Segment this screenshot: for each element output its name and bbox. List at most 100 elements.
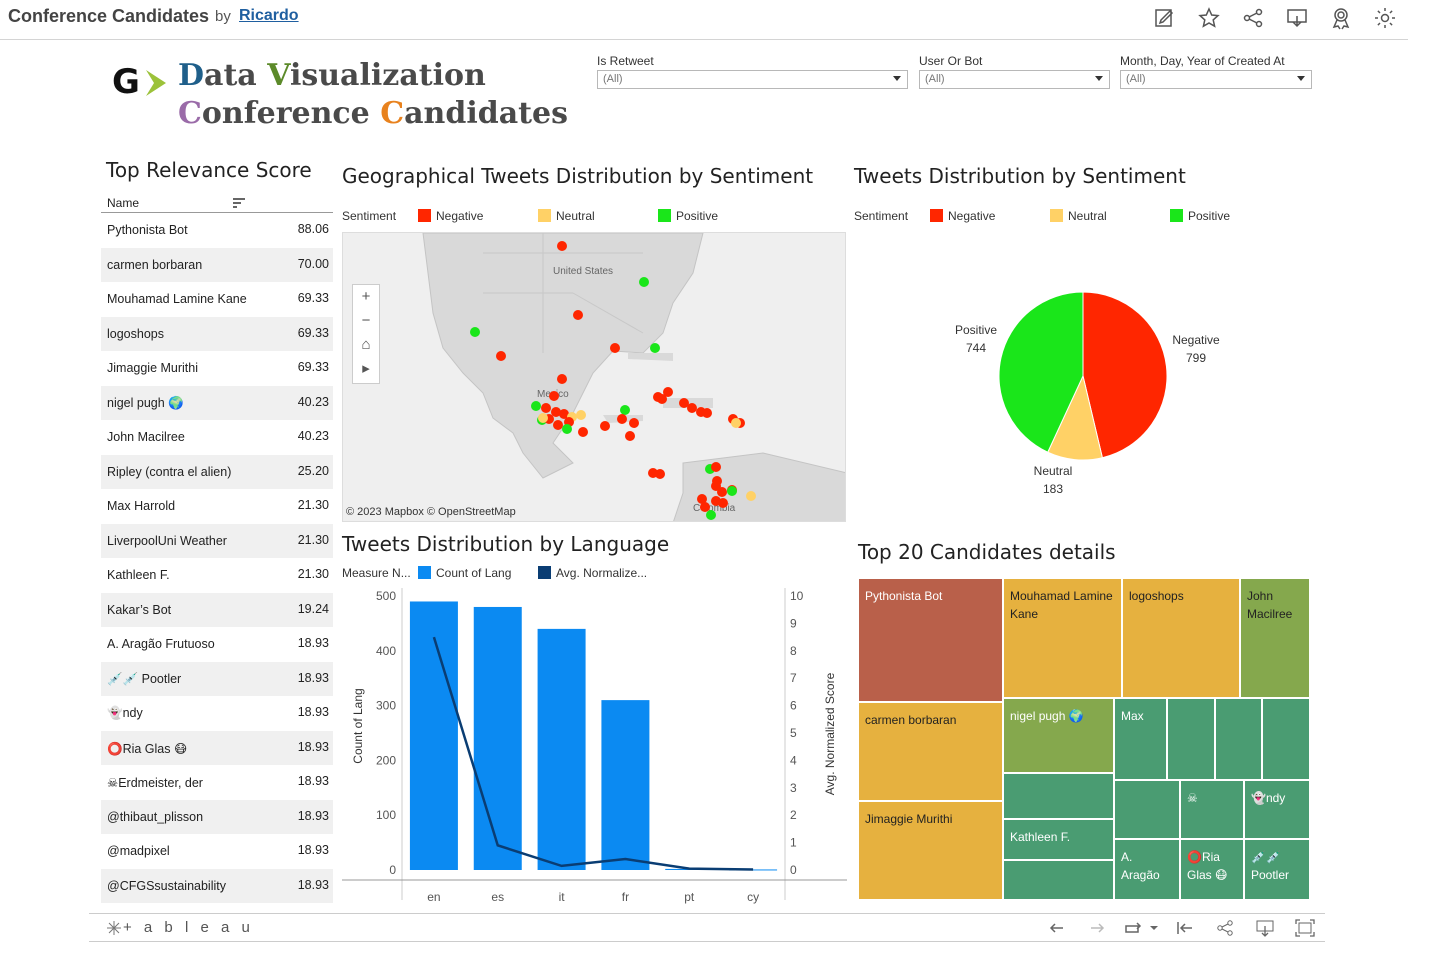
table-row[interactable]: Pythonista Bot 88.06 bbox=[101, 213, 333, 248]
star-icon[interactable] bbox=[1197, 6, 1221, 30]
chevron-down-icon[interactable] bbox=[1149, 919, 1159, 937]
is-retweet-dropdown[interactable]: (All) bbox=[597, 70, 908, 89]
treemap-cell[interactable]: 💉💉 Pootler bbox=[1244, 839, 1310, 900]
map-point[interactable] bbox=[702, 408, 712, 418]
share-icon[interactable] bbox=[1215, 919, 1235, 937]
zoom-out-button[interactable]: − bbox=[353, 309, 379, 333]
map-point[interactable] bbox=[639, 277, 649, 287]
map-point[interactable] bbox=[496, 351, 506, 361]
map-point[interactable] bbox=[718, 498, 728, 508]
treemap-cell[interactable]: Kathleen F. bbox=[1003, 819, 1114, 860]
treemap-cell[interactable] bbox=[1167, 698, 1215, 780]
treemap-cell[interactable] bbox=[1003, 773, 1114, 819]
map-point[interactable] bbox=[746, 491, 756, 501]
table-row[interactable]: ☠Erdmeister, der 18.93 bbox=[101, 765, 333, 800]
sentiment-pie-chart[interactable]: Negative 799 Neutral 183 Positive 744 bbox=[846, 232, 1306, 522]
table-row[interactable]: Mouhamad Lamine Kane 69.33 bbox=[101, 282, 333, 317]
map-point[interactable] bbox=[557, 374, 567, 384]
map-point[interactable] bbox=[706, 510, 716, 520]
map-point[interactable] bbox=[711, 462, 721, 472]
map-point[interactable] bbox=[557, 241, 567, 251]
legend-item-neutral[interactable]: Neutral bbox=[556, 209, 595, 223]
map-point[interactable] bbox=[625, 431, 635, 441]
treemap-cell[interactable]: Mouhamad Lamine Kane bbox=[1003, 578, 1122, 698]
map-point[interactable] bbox=[650, 343, 660, 353]
treemap-cell[interactable]: ⭕Ria Glas 😷 bbox=[1180, 839, 1244, 900]
redo-icon[interactable] bbox=[1087, 919, 1107, 937]
map-point[interactable] bbox=[538, 413, 548, 423]
table-row[interactable]: Kakar’s Bot 19.24 bbox=[101, 592, 333, 627]
badge-icon[interactable] bbox=[1329, 6, 1353, 30]
map-point[interactable] bbox=[620, 405, 630, 415]
table-row[interactable]: ⭕Ria Glas 😷 18.93 bbox=[101, 730, 333, 765]
map-point[interactable] bbox=[687, 403, 697, 413]
sort-icon[interactable] bbox=[233, 198, 245, 208]
treemap-cell[interactable]: John Macilree bbox=[1240, 578, 1310, 698]
map-point[interactable] bbox=[711, 481, 721, 491]
author-link[interactable]: Ricardo bbox=[239, 7, 299, 25]
treemap-cell[interactable]: ☠ bbox=[1180, 780, 1244, 839]
legend-item-avg[interactable]: Avg. Normalize... bbox=[556, 566, 647, 580]
treemap-cell[interactable]: Max bbox=[1114, 698, 1167, 780]
name-column-header[interactable]: Name bbox=[107, 196, 139, 210]
map-tools-button[interactable]: ▸ bbox=[353, 357, 379, 381]
map-point[interactable] bbox=[553, 420, 563, 430]
table-row[interactable]: Jimaggie Murithi 69.33 bbox=[101, 351, 333, 386]
map-point[interactable] bbox=[731, 418, 741, 428]
map-point[interactable] bbox=[531, 401, 541, 411]
map-point[interactable] bbox=[629, 418, 639, 428]
treemap-cell[interactable] bbox=[1215, 698, 1262, 780]
revert-icon[interactable] bbox=[1123, 919, 1143, 937]
bar-es[interactable] bbox=[473, 606, 522, 870]
treemap-cell[interactable] bbox=[1003, 860, 1114, 900]
bar-fr[interactable] bbox=[601, 700, 650, 870]
download-icon[interactable] bbox=[1255, 919, 1275, 937]
table-row[interactable]: @CFGSsustainability 18.93 bbox=[101, 868, 333, 903]
undo-icon[interactable] bbox=[1047, 919, 1067, 937]
map-point[interactable] bbox=[573, 310, 583, 320]
user-or-bot-dropdown[interactable]: (All) bbox=[919, 70, 1110, 89]
table-row[interactable]: Ripley (contra el alien) 25.20 bbox=[101, 454, 333, 489]
map-point[interactable] bbox=[549, 391, 559, 401]
legend-item-positive[interactable]: Positive bbox=[676, 209, 718, 223]
share-icon[interactable] bbox=[1241, 6, 1265, 30]
home-button[interactable]: ⌂ bbox=[353, 333, 379, 357]
map-point[interactable] bbox=[655, 469, 665, 479]
legend-item-positive[interactable]: Positive bbox=[1188, 209, 1230, 223]
map-point[interactable] bbox=[700, 502, 710, 512]
map-point[interactable] bbox=[578, 427, 588, 437]
table-row[interactable]: carmen borbaran 70.00 bbox=[101, 247, 333, 282]
map-point[interactable] bbox=[617, 414, 627, 424]
created-at-dropdown[interactable]: (All) bbox=[1120, 70, 1312, 89]
legend-item-negative[interactable]: Negative bbox=[436, 209, 483, 223]
legend-item-negative[interactable]: Negative bbox=[948, 209, 995, 223]
fullscreen-icon[interactable] bbox=[1295, 919, 1315, 937]
treemap-cell[interactable] bbox=[1262, 698, 1310, 780]
download-icon[interactable] bbox=[1285, 6, 1309, 30]
treemap-cell[interactable] bbox=[1114, 780, 1180, 839]
map-point[interactable] bbox=[470, 327, 480, 337]
map-point[interactable] bbox=[727, 486, 737, 496]
candidates-treemap[interactable]: Pythonista Bot Mouhamad Lamine Kane logo… bbox=[858, 578, 1310, 900]
legend-item-count[interactable]: Count of Lang bbox=[436, 566, 511, 580]
map-point[interactable] bbox=[610, 343, 620, 353]
zoom-in-button[interactable]: + bbox=[353, 285, 379, 309]
language-chart[interactable]: 0 100 200 300 400 500 0 1 2 3 4 5 6 7 8 9 10 Count of Lan… bbox=[342, 586, 847, 906]
table-row[interactable]: logoshops 69.33 bbox=[101, 316, 333, 351]
treemap-cell[interactable]: Jimaggie Murithi bbox=[858, 801, 1003, 900]
reset-icon[interactable] bbox=[1175, 919, 1195, 937]
map-point[interactable] bbox=[576, 410, 586, 420]
treemap-cell[interactable]: 👻ndy bbox=[1244, 780, 1310, 839]
bar-it[interactable] bbox=[537, 628, 586, 870]
treemap-cell[interactable]: logoshops bbox=[1122, 578, 1240, 698]
edit-icon[interactable] bbox=[1153, 6, 1177, 30]
legend-item-neutral[interactable]: Neutral bbox=[1068, 209, 1107, 223]
table-row[interactable]: nigel pugh 🌍 40.23 bbox=[101, 385, 333, 420]
table-row[interactable]: LiverpoolUni Weather 21.30 bbox=[101, 523, 333, 558]
map-point[interactable] bbox=[562, 424, 572, 434]
map-point[interactable] bbox=[541, 403, 551, 413]
table-row[interactable]: 👻ndy 18.93 bbox=[101, 696, 333, 731]
table-row[interactable]: Kathleen F. 21.30 bbox=[101, 558, 333, 593]
bar-en[interactable] bbox=[409, 601, 458, 870]
table-row[interactable]: 💉💉 Pootler 18.93 bbox=[101, 661, 333, 696]
